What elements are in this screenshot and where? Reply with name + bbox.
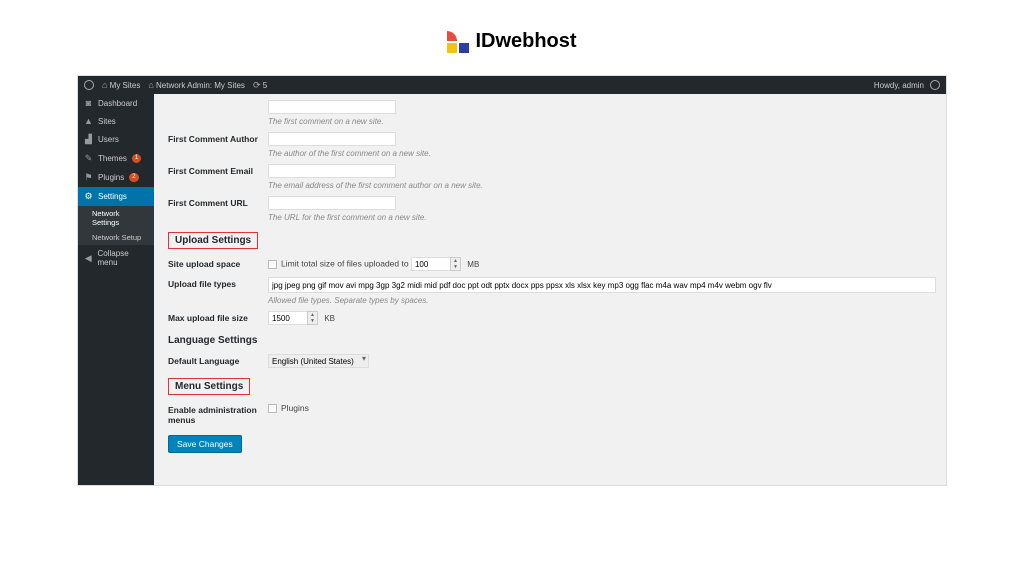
site-upload-space-label: Site upload space <box>168 257 268 269</box>
brand-text: IDwebhost <box>475 30 576 53</box>
upload-file-types-input[interactable] <box>268 277 936 293</box>
default-language-select[interactable]: English (United States) <box>268 354 369 368</box>
settings-icon: ⚙ <box>84 191 93 202</box>
sidebar-item-themes[interactable]: ✎Themes1 <box>78 149 154 168</box>
admin-bar-right: Howdy, admin <box>874 80 940 90</box>
avatar-icon[interactable] <box>930 80 940 90</box>
plugins-checkbox[interactable] <box>268 404 277 413</box>
upload-file-types-hint: Allowed file types. Separate types by sp… <box>268 296 936 305</box>
language-settings-heading: Language Settings <box>168 335 936 346</box>
admin-bar: ⌂ My Sites ⌂ Network Admin: My Sites ⟳ 5… <box>78 76 946 94</box>
admin-bar-left: ⌂ My Sites ⌂ Network Admin: My Sites ⟳ 5 <box>84 80 267 91</box>
first-author-hint: The author of the first comment on a new… <box>268 149 936 158</box>
first-url-hint: The URL for the first comment on a new s… <box>268 213 936 222</box>
first-author-label: First Comment Author <box>168 132 268 144</box>
users-icon: ▟ <box>84 134 93 145</box>
first-email-hint: The email address of the first comment a… <box>268 181 936 190</box>
limit-size-unit: MB <box>467 260 479 269</box>
first-email-input[interactable] <box>268 164 396 178</box>
limit-size-spinner[interactable]: ▲▼ <box>450 257 461 271</box>
plugins-badge: 2 <box>129 173 138 182</box>
first-comment-input[interactable] <box>268 100 396 114</box>
enable-admin-menus-label: Enable administration menus <box>168 403 268 425</box>
updates-link[interactable]: ⟳ 5 <box>253 80 267 91</box>
screenshot-frame: ⌂ My Sites ⌂ Network Admin: My Sites ⟳ 5… <box>77 75 947 486</box>
limit-size-checkbox[interactable] <box>268 260 277 269</box>
sidebar-item-settings[interactable]: ⚙Settings <box>78 187 154 206</box>
first-url-input[interactable] <box>268 196 396 210</box>
dashboard-icon: ◙ <box>84 98 93 108</box>
first-author-input[interactable] <box>268 132 396 146</box>
settings-form: The first comment on a new site. First C… <box>154 94 946 485</box>
save-changes-button[interactable]: Save Changes <box>168 435 242 453</box>
plugins-checkbox-label: Plugins <box>281 403 309 413</box>
limit-size-input[interactable] <box>411 257 451 271</box>
max-upload-spinner[interactable]: ▲▼ <box>307 311 318 325</box>
network-admin-link[interactable]: ⌂ Network Admin: My Sites <box>148 80 245 90</box>
sidebar-sub-network-setup[interactable]: Network Setup <box>78 230 154 245</box>
sites-icon: ▲ <box>84 116 93 126</box>
default-language-label: Default Language <box>168 354 268 366</box>
brand-logo-icon <box>447 31 469 53</box>
upload-file-types-label: Upload file types <box>168 277 268 289</box>
sidebar-item-plugins[interactable]: ⚑Plugins2 <box>78 168 154 187</box>
sidebar-item-dashboard[interactable]: ◙Dashboard <box>78 94 154 112</box>
first-url-label: First Comment URL <box>168 196 268 208</box>
sidebar-collapse[interactable]: ◀Collapse menu <box>78 245 154 271</box>
admin-sidebar: ◙Dashboard ▲Sites ▟Users ✎Themes1 ⚑Plugi… <box>78 94 154 485</box>
brand-header: IDwebhost <box>0 0 1024 75</box>
limit-size-text: Limit total size of files uploaded to <box>281 259 409 269</box>
my-sites-link[interactable]: ⌂ My Sites <box>102 80 140 90</box>
themes-icon: ✎ <box>84 153 93 164</box>
sidebar-item-users[interactable]: ▟Users <box>78 130 154 149</box>
max-upload-label: Max upload file size <box>168 311 268 323</box>
themes-badge: 1 <box>132 154 141 163</box>
max-upload-input[interactable] <box>268 311 308 325</box>
howdy-text[interactable]: Howdy, admin <box>874 81 924 90</box>
plugins-icon: ⚑ <box>84 172 93 183</box>
first-email-label: First Comment Email <box>168 164 268 176</box>
wordpress-icon[interactable] <box>84 80 94 90</box>
sidebar-sub-network-settings[interactable]: Network Settings <box>78 206 154 230</box>
menu-settings-heading: Menu Settings <box>168 378 936 395</box>
collapse-icon: ◀ <box>84 253 93 264</box>
first-comment-hint: The first comment on a new site. <box>268 117 936 126</box>
sidebar-item-sites[interactable]: ▲Sites <box>78 112 154 130</box>
upload-settings-heading: Upload Settings <box>168 232 936 249</box>
max-upload-unit: KB <box>324 314 335 323</box>
